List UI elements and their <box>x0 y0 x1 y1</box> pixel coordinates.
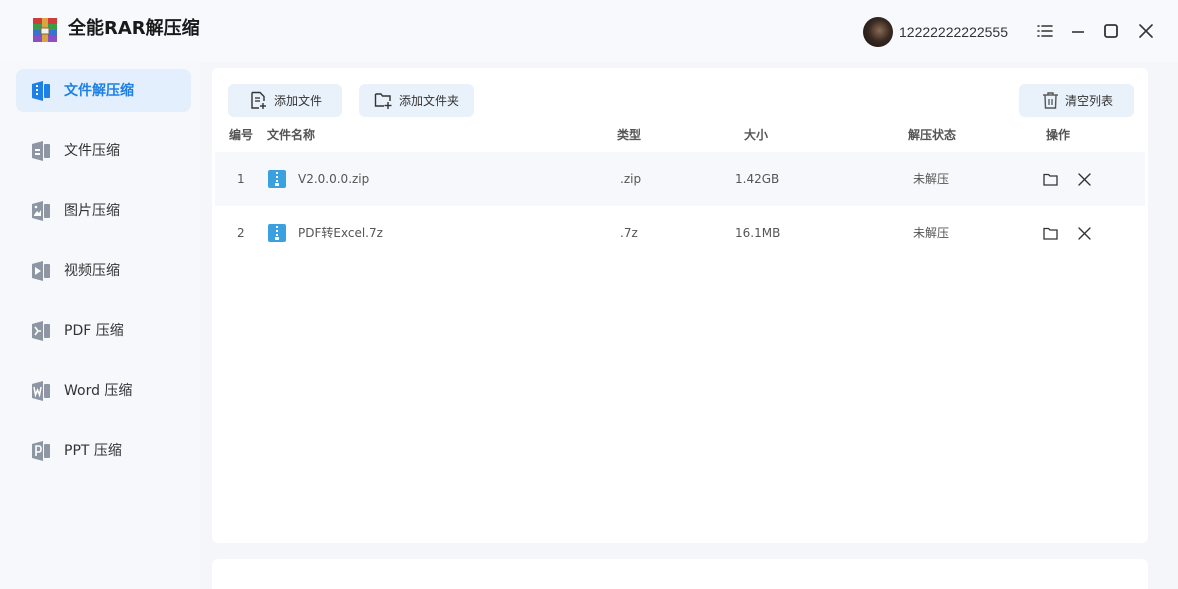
sidebar-item-word[interactable]: Word 压缩 <box>16 369 191 412</box>
image-icon <box>32 201 50 221</box>
username[interactable]: 12222222222555 <box>899 23 1008 41</box>
header-size: 大小 <box>744 128 769 142</box>
sidebar-item-video[interactable]: 视频压缩 <box>16 249 191 292</box>
file-name: PDF转Excel.7z <box>298 226 383 240</box>
title-bar: 全能RAR解压缩 12222222222555 <box>0 0 1178 62</box>
file-list-panel: 添加文件 添加文件夹 清空列表 编号 文件名称 类型 大小 解压状态 操作 1 <box>212 68 1148 543</box>
sidebar-item-unzip[interactable]: 文件解压缩 <box>16 69 191 112</box>
delete-icon[interactable] <box>1076 225 1093 242</box>
minimize-icon[interactable] <box>1069 22 1087 40</box>
header-num: 编号 <box>229 128 254 142</box>
ppt-icon <box>32 441 50 461</box>
status-text: 未解压 <box>913 172 950 186</box>
sidebar-item-ppt[interactable]: PPT 压缩 <box>16 429 191 472</box>
sidebar-item-image[interactable]: 图片压缩 <box>16 189 191 232</box>
trash-icon <box>1043 92 1058 109</box>
archive-file-icon <box>268 224 286 242</box>
add-folder-button[interactable]: 添加文件夹 <box>359 84 474 117</box>
file-size: 1.42GB <box>735 172 780 186</box>
sidebar-item-label: Word 压缩 <box>64 383 133 399</box>
clear-list-label: 清空列表 <box>1065 94 1114 108</box>
menu-icon[interactable] <box>1036 22 1054 40</box>
archive-file-icon <box>268 170 286 188</box>
sidebar-item-label: 图片压缩 <box>64 203 120 219</box>
add-file-label: 添加文件 <box>274 94 323 108</box>
delete-icon[interactable] <box>1076 171 1093 188</box>
sidebar-item-label: PPT 压缩 <box>64 443 122 459</box>
add-file-button[interactable]: 添加文件 <box>228 84 342 117</box>
unzip-file-icon <box>32 81 50 101</box>
file-type: .7z <box>620 226 638 240</box>
word-icon <box>32 381 50 401</box>
status-text: 未解压 <box>913 226 950 240</box>
folder-icon[interactable] <box>1042 225 1059 242</box>
file-type: .zip <box>620 172 642 186</box>
table-row[interactable]: 1 V2.0.0.0.zip .zip 1.42GB 未解压 <box>215 152 1145 206</box>
header-status: 解压状态 <box>908 128 957 142</box>
sidebar-item-label: PDF 压缩 <box>64 323 124 339</box>
add-folder-icon <box>374 93 392 109</box>
video-icon <box>32 261 50 281</box>
sidebar-item-compress[interactable]: 文件压缩 <box>16 129 191 172</box>
sidebar-item-label: 文件压缩 <box>64 143 120 159</box>
header-type: 类型 <box>617 128 642 142</box>
row-number: 2 <box>237 226 245 240</box>
header-name: 文件名称 <box>267 128 316 142</box>
avatar[interactable] <box>863 17 893 47</box>
header-action: 操作 <box>1046 128 1071 142</box>
compress-file-icon <box>32 141 50 161</box>
sidebar: 文件解压缩 文件压缩 图片压缩 视频压缩 PDF 压缩 Word 压缩 PPT … <box>0 62 200 589</box>
add-folder-label: 添加文件夹 <box>399 94 460 108</box>
row-number: 1 <box>237 172 245 186</box>
output-settings-panel <box>212 559 1148 589</box>
sidebar-item-pdf[interactable]: PDF 压缩 <box>16 309 191 352</box>
maximize-icon[interactable] <box>1102 22 1120 40</box>
add-file-icon <box>251 91 266 109</box>
folder-icon[interactable] <box>1042 171 1059 188</box>
clear-list-button[interactable]: 清空列表 <box>1019 84 1134 117</box>
pdf-icon <box>32 321 50 341</box>
app-logo-icon <box>33 18 57 42</box>
table-row[interactable]: 2 PDF转Excel.7z .7z 16.1MB 未解压 <box>215 206 1145 260</box>
file-size: 16.1MB <box>735 226 781 240</box>
app-title: 全能RAR解压缩 <box>68 18 200 39</box>
close-icon[interactable] <box>1137 22 1155 40</box>
sidebar-item-label: 文件解压缩 <box>64 83 134 99</box>
sidebar-item-label: 视频压缩 <box>64 263 120 279</box>
file-name: V2.0.0.0.zip <box>298 172 370 186</box>
